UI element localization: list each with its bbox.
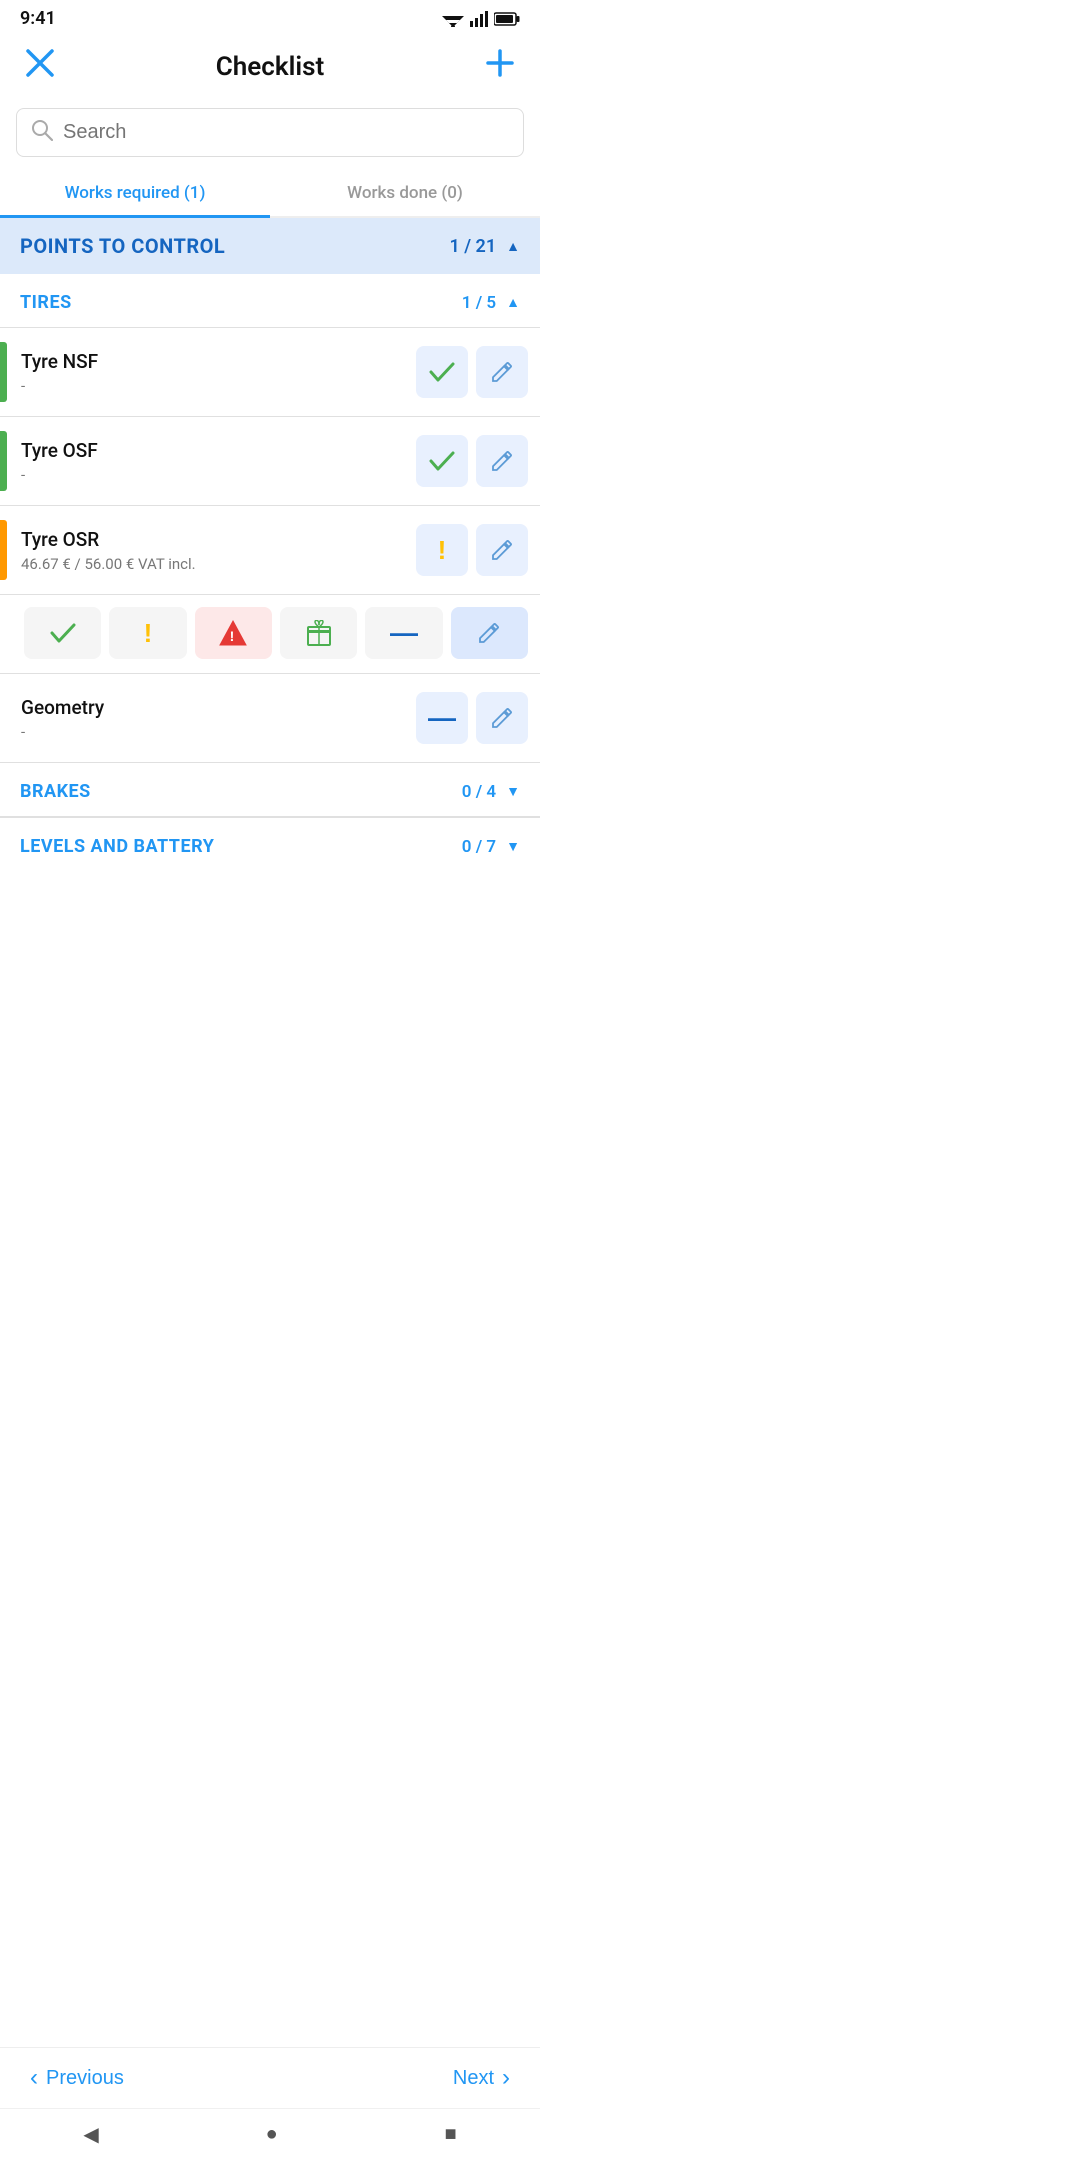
search-bar [16,108,524,157]
item-info-tyre-osf: Tyre OSF - [21,439,416,484]
inline-gift-button[interactable] [280,607,357,659]
battery-icon [494,12,520,26]
item-title-tyre-nsf: Tyre NSF [21,350,416,373]
item-info-geometry: Geometry - [21,696,416,741]
category-levels-battery-title: LEVELS AND BATTERY [20,836,214,857]
signal-icon [470,11,488,27]
status-indicator-none [0,688,7,748]
app-header: Checklist [0,33,540,104]
item-subtitle-tyre-osf: - [21,466,416,484]
list-item-tyre-nsf: Tyre NSF - [0,327,540,416]
inline-warning-icon: ! [144,618,153,649]
item-title-tyre-osf: Tyre OSF [21,439,416,462]
edit-button-geometry[interactable] [476,692,528,744]
page-title: Checklist [216,52,324,82]
next-button[interactable]: Next › [453,2064,510,2092]
check-button-tyre-nsf[interactable] [416,346,468,398]
category-levels-battery-count: 0 / 7 [462,837,520,857]
tab-works-required[interactable]: Works required (1) [0,169,270,218]
previous-label: Previous [46,2067,124,2090]
tab-bar: Works required (1) Works done (0) [0,169,540,218]
item-title-tyre-osr: Tyre OSR [21,528,416,551]
status-icons [442,11,520,27]
list-item-tyre-osf: Tyre OSF - [0,416,540,505]
add-button[interactable] [480,43,520,90]
item-actions-tyre-osr: ! [416,524,528,576]
category-brakes-count: 0 / 4 [462,782,520,802]
search-input[interactable] [63,121,509,144]
item-info-tyre-nsf: Tyre NSF - [21,350,416,395]
back-button[interactable]: ◀ [83,2122,98,2147]
bottom-navigation: ‹ Previous Next › [0,2047,540,2108]
dash-button-geometry[interactable]: — [416,692,468,744]
item-actions-geometry: — [416,692,528,744]
item-info-tyre-osr: Tyre OSR 46.67 € / 56.00 € VAT incl. [21,528,416,573]
inline-edit-button[interactable] [451,607,528,659]
dash-icon-geometry: — [428,704,456,732]
category-brakes[interactable]: BRAKES 0 / 4 [0,763,540,816]
item-subtitle-tyre-osr: 46.67 € / 56.00 € VAT incl. [21,555,416,573]
item-actions-tyre-nsf [416,346,528,398]
home-button[interactable]: ● [266,2123,278,2146]
status-indicator-green [0,342,7,402]
wifi-icon [442,11,464,27]
item-title-geometry: Geometry [21,696,416,719]
close-button[interactable] [20,43,60,90]
category-tires-count: 1 / 5 [462,293,520,313]
inline-warn-button[interactable]: ! [109,607,186,659]
status-time: 9:41 [20,8,56,29]
next-arrow-icon: › [502,2064,510,2092]
dash-icon: — [390,619,418,647]
warning-icon: ! [438,535,447,566]
status-indicator-green-osf [0,431,7,491]
edit-button-tyre-osr[interactable] [476,524,528,576]
next-label: Next [453,2067,494,2090]
status-bar: 9:41 [0,0,540,33]
item-actions-tyre-osf [416,435,528,487]
edit-button-tyre-nsf[interactable] [476,346,528,398]
recent-button[interactable]: ■ [444,2123,456,2146]
inline-dash-button[interactable]: — [365,607,442,659]
category-tires[interactable]: TIRES 1 / 5 [0,274,540,327]
inline-check-button[interactable] [24,607,101,659]
list-item-tyre-osr: Tyre OSR 46.67 € / 56.00 € VAT incl. ! [0,505,540,594]
category-brakes-title: BRAKES [20,781,91,802]
svg-text:!: ! [230,628,235,644]
category-levels-battery[interactable]: LEVELS AND BATTERY 0 / 7 [0,817,540,871]
search-icon [31,119,53,146]
main-content: POINTS TO CONTROL 1 / 21 TIRES 1 / 5 Tyr… [0,218,540,991]
status-indicator-orange-osr [0,520,7,580]
system-nav-bar: ◀ ● ■ [0,2108,540,2160]
inline-danger-button[interactable]: ! [195,607,272,659]
points-to-control-title: POINTS TO CONTROL [20,234,225,258]
points-to-control-count: 1 / 21 [449,236,520,257]
previous-button[interactable]: ‹ Previous [30,2064,124,2092]
tab-works-done[interactable]: Works done (0) [270,169,540,218]
prev-arrow-icon: ‹ [30,2064,38,2092]
inline-actions-tyre-osr: ! ! — [0,594,540,673]
item-subtitle-geometry: - [21,723,416,741]
category-tires-title: TIRES [20,292,72,313]
list-item-geometry: Geometry - — [0,673,540,762]
points-to-control-header[interactable]: POINTS TO CONTROL 1 / 21 [0,218,540,274]
warn-button-tyre-osr[interactable]: ! [416,524,468,576]
item-subtitle-tyre-nsf: - [21,377,416,395]
check-button-tyre-osf[interactable] [416,435,468,487]
edit-button-tyre-osf[interactable] [476,435,528,487]
